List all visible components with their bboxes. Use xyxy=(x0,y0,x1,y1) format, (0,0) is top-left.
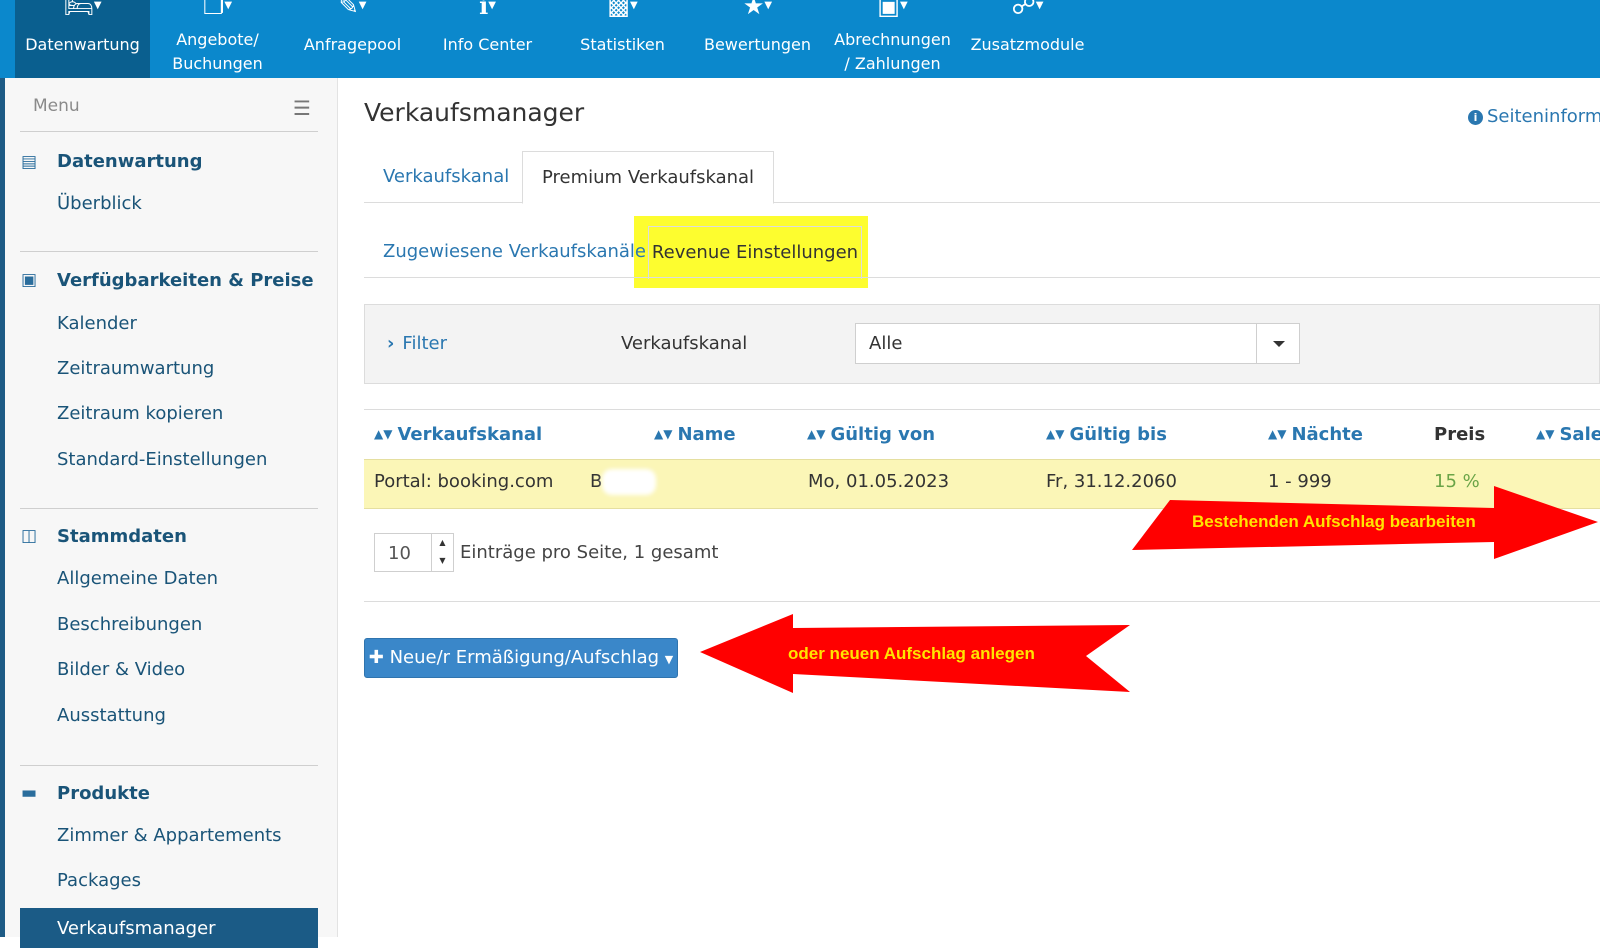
verkaufskanal-filter-label: Verkaufskanal xyxy=(621,333,748,354)
page-info-link[interactable]: iSeiteninforma xyxy=(1468,106,1600,127)
divider xyxy=(20,508,318,509)
sidebar-section-verfuegbarkeiten-preise[interactable]: Verfügbarkeiten & Preise xyxy=(57,270,314,291)
sidebar-item-kalender[interactable]: Kalender xyxy=(57,313,137,334)
plus-icon: ✚ xyxy=(368,647,384,668)
nav-anfragepool[interactable]: ✎▼ Anfragepool xyxy=(285,0,420,78)
sidebar-item-verkaufsmanager[interactable]: Verkaufsmanager xyxy=(20,908,318,948)
divider xyxy=(20,131,318,132)
tab-bar: Verkaufskanal Premium Verkaufskanal xyxy=(364,151,1600,204)
stepper-arrows-icon[interactable]: ▲ ▼ xyxy=(431,534,453,571)
nav-abrechnungen-zahlungen[interactable]: ▣▼ Abrechnungen / Zahlungen xyxy=(825,0,960,78)
hamburger-icon[interactable]: ☰ xyxy=(293,96,311,120)
divider xyxy=(20,765,318,766)
sidebar-item-beschreibungen[interactable]: Beschreibungen xyxy=(57,614,202,635)
chevron-right-icon: › xyxy=(387,333,395,354)
nav-info-center[interactable]: ℹ▼ Info Center xyxy=(420,0,555,78)
caret-down-icon[interactable] xyxy=(1256,324,1299,363)
nav-statistiken[interactable]: ▩▼ Statistiken xyxy=(555,0,690,78)
tab-verkaufskanal[interactable]: Verkaufskanal xyxy=(364,151,528,203)
info-circle-icon: i xyxy=(1468,110,1483,125)
caret-down-icon: ▼ xyxy=(664,653,674,666)
sidebar-item-ausstattung[interactable]: Ausstattung xyxy=(57,705,166,726)
sidebar-item-zeitraumwartung[interactable]: Zeitraumwartung xyxy=(57,358,214,379)
pager-summary: Einträge pro Seite, 1 gesamt xyxy=(460,542,719,563)
share-icon: ☍▼ xyxy=(1011,0,1044,20)
verkaufskanal-select[interactable]: Alle xyxy=(855,323,1300,364)
page-size-value: 10 xyxy=(388,543,411,564)
divider xyxy=(20,251,318,252)
nav-angebote-buchungen[interactable]: ❐▼ Angebote/ Buchungen xyxy=(150,0,285,78)
sort-icon: ▲▼ xyxy=(1046,427,1065,441)
sidebar-item-zeitraum-kopieren[interactable]: Zeitraum kopieren xyxy=(57,403,223,424)
table-divider xyxy=(364,601,1600,602)
bar-chart-icon: ▩▼ xyxy=(607,0,638,20)
cell-verkaufskanal: Portal: booking.com xyxy=(374,471,554,492)
nav-datenwartung[interactable]: 🛏▼ Datenwartung xyxy=(15,0,150,78)
annotation-create-text: oder neuen Aufschlag anlegen xyxy=(788,644,1035,663)
columns-icon: ◫ xyxy=(21,526,38,546)
page-size-stepper[interactable]: 10 ▲ ▼ xyxy=(374,533,454,572)
cell-name: B xyxy=(590,471,603,492)
column-header-preis: Preis xyxy=(1434,424,1486,445)
money-icon: ▣▼ xyxy=(877,0,908,20)
sort-icon: ▲▼ xyxy=(654,427,673,441)
column-header-naechte[interactable]: ▲▼ Nächte xyxy=(1268,424,1363,445)
sidebar-section-datenwartung[interactable]: Datenwartung xyxy=(57,151,203,172)
sort-icon: ▲▼ xyxy=(1536,427,1555,441)
main-content: Verkaufsmanager iSeiteninforma Verkaufsk… xyxy=(338,78,1600,937)
documents-icon: ❐▼ xyxy=(202,0,233,20)
sidebar-item-packages[interactable]: Packages xyxy=(57,870,141,891)
sort-icon: ▲▼ xyxy=(1268,427,1287,441)
new-discount-surcharge-button[interactable]: ✚ Neue/r Ermäßigung/Aufschlag ▼ xyxy=(364,638,678,678)
tab-premium-verkaufskanal[interactable]: Premium Verkaufskanal xyxy=(522,151,775,204)
sidebar-item-zimmer-appartements[interactable]: Zimmer & Appartements xyxy=(57,825,282,846)
tab-revenue-einstellungen[interactable]: Revenue Einstellungen xyxy=(648,226,862,279)
nav-zusatzmodule[interactable]: ☍▼ Zusatzmodule xyxy=(960,0,1095,78)
sidebar-item-label: Verkaufsmanager xyxy=(57,918,216,939)
sidebar-item-bilder-video[interactable]: Bilder & Video xyxy=(57,659,185,680)
filter-panel: › Filter Verkaufskanal Alle xyxy=(364,304,1600,384)
column-header-name[interactable]: ▲▼ Name xyxy=(654,424,736,445)
sort-icon: ▲▼ xyxy=(807,427,826,441)
redaction-blur xyxy=(602,469,656,495)
annotation-edit-text: Bestehenden Aufschlag bearbeiten xyxy=(1192,512,1476,531)
document-icon: ▤ xyxy=(21,152,38,172)
column-header-gueltig-von[interactable]: ▲▼ Gültig von xyxy=(807,424,935,445)
page-title: Verkaufsmanager xyxy=(364,98,585,127)
tab-zugewiesene-verkaufskanaele[interactable]: Zugewiesene Verkaufskanäle xyxy=(364,226,665,278)
sidebar-item-standard-einstellungen[interactable]: Standard-Einstellungen xyxy=(57,449,267,470)
column-header-salesl[interactable]: ▲▼Salesl xyxy=(1536,424,1600,445)
bed-icon: ▬ xyxy=(21,783,38,803)
column-header-verkaufskanal[interactable]: ▲▼ Verkaufskanal xyxy=(374,424,542,445)
sort-icon: ▲▼ xyxy=(374,427,393,441)
top-navigation: 🛏▼ Datenwartung ❐▼ Angebote/ Buchungen ✎… xyxy=(0,0,1600,78)
sidebar-item-ueberblick[interactable]: Überblick xyxy=(57,193,142,214)
pencil-paper-icon: ✎▼ xyxy=(338,0,367,20)
money-icon: ▣ xyxy=(21,270,38,290)
star-icon: ★▼ xyxy=(742,0,773,20)
nav-bewertungen[interactable]: ★▼ Bewertungen xyxy=(690,0,825,78)
sidebar-section-produkte[interactable]: Produkte xyxy=(57,783,150,804)
sidebar-item-allgemeine-daten[interactable]: Allgemeine Daten xyxy=(57,568,218,589)
column-header-gueltig-bis[interactable]: ▲▼ Gültig bis xyxy=(1046,424,1167,445)
table-divider xyxy=(364,409,1600,410)
cell-gueltig-von: Mo, 01.05.2023 xyxy=(808,471,950,492)
select-value: Alle xyxy=(869,333,903,354)
subtab-bar: Zugewiesene Verkaufskanäle xyxy=(364,226,1600,278)
bed-icon: 🛏▼ xyxy=(63,0,102,20)
sidebar: Menu ☰ ▤ Datenwartung Überblick ▣ Verfüg… xyxy=(5,78,338,948)
info-icon: ℹ▼ xyxy=(479,0,496,20)
filter-toggle[interactable]: › Filter xyxy=(387,333,447,354)
sidebar-menu-label: Menu xyxy=(33,96,80,116)
sidebar-section-stammdaten[interactable]: Stammdaten xyxy=(57,526,187,547)
